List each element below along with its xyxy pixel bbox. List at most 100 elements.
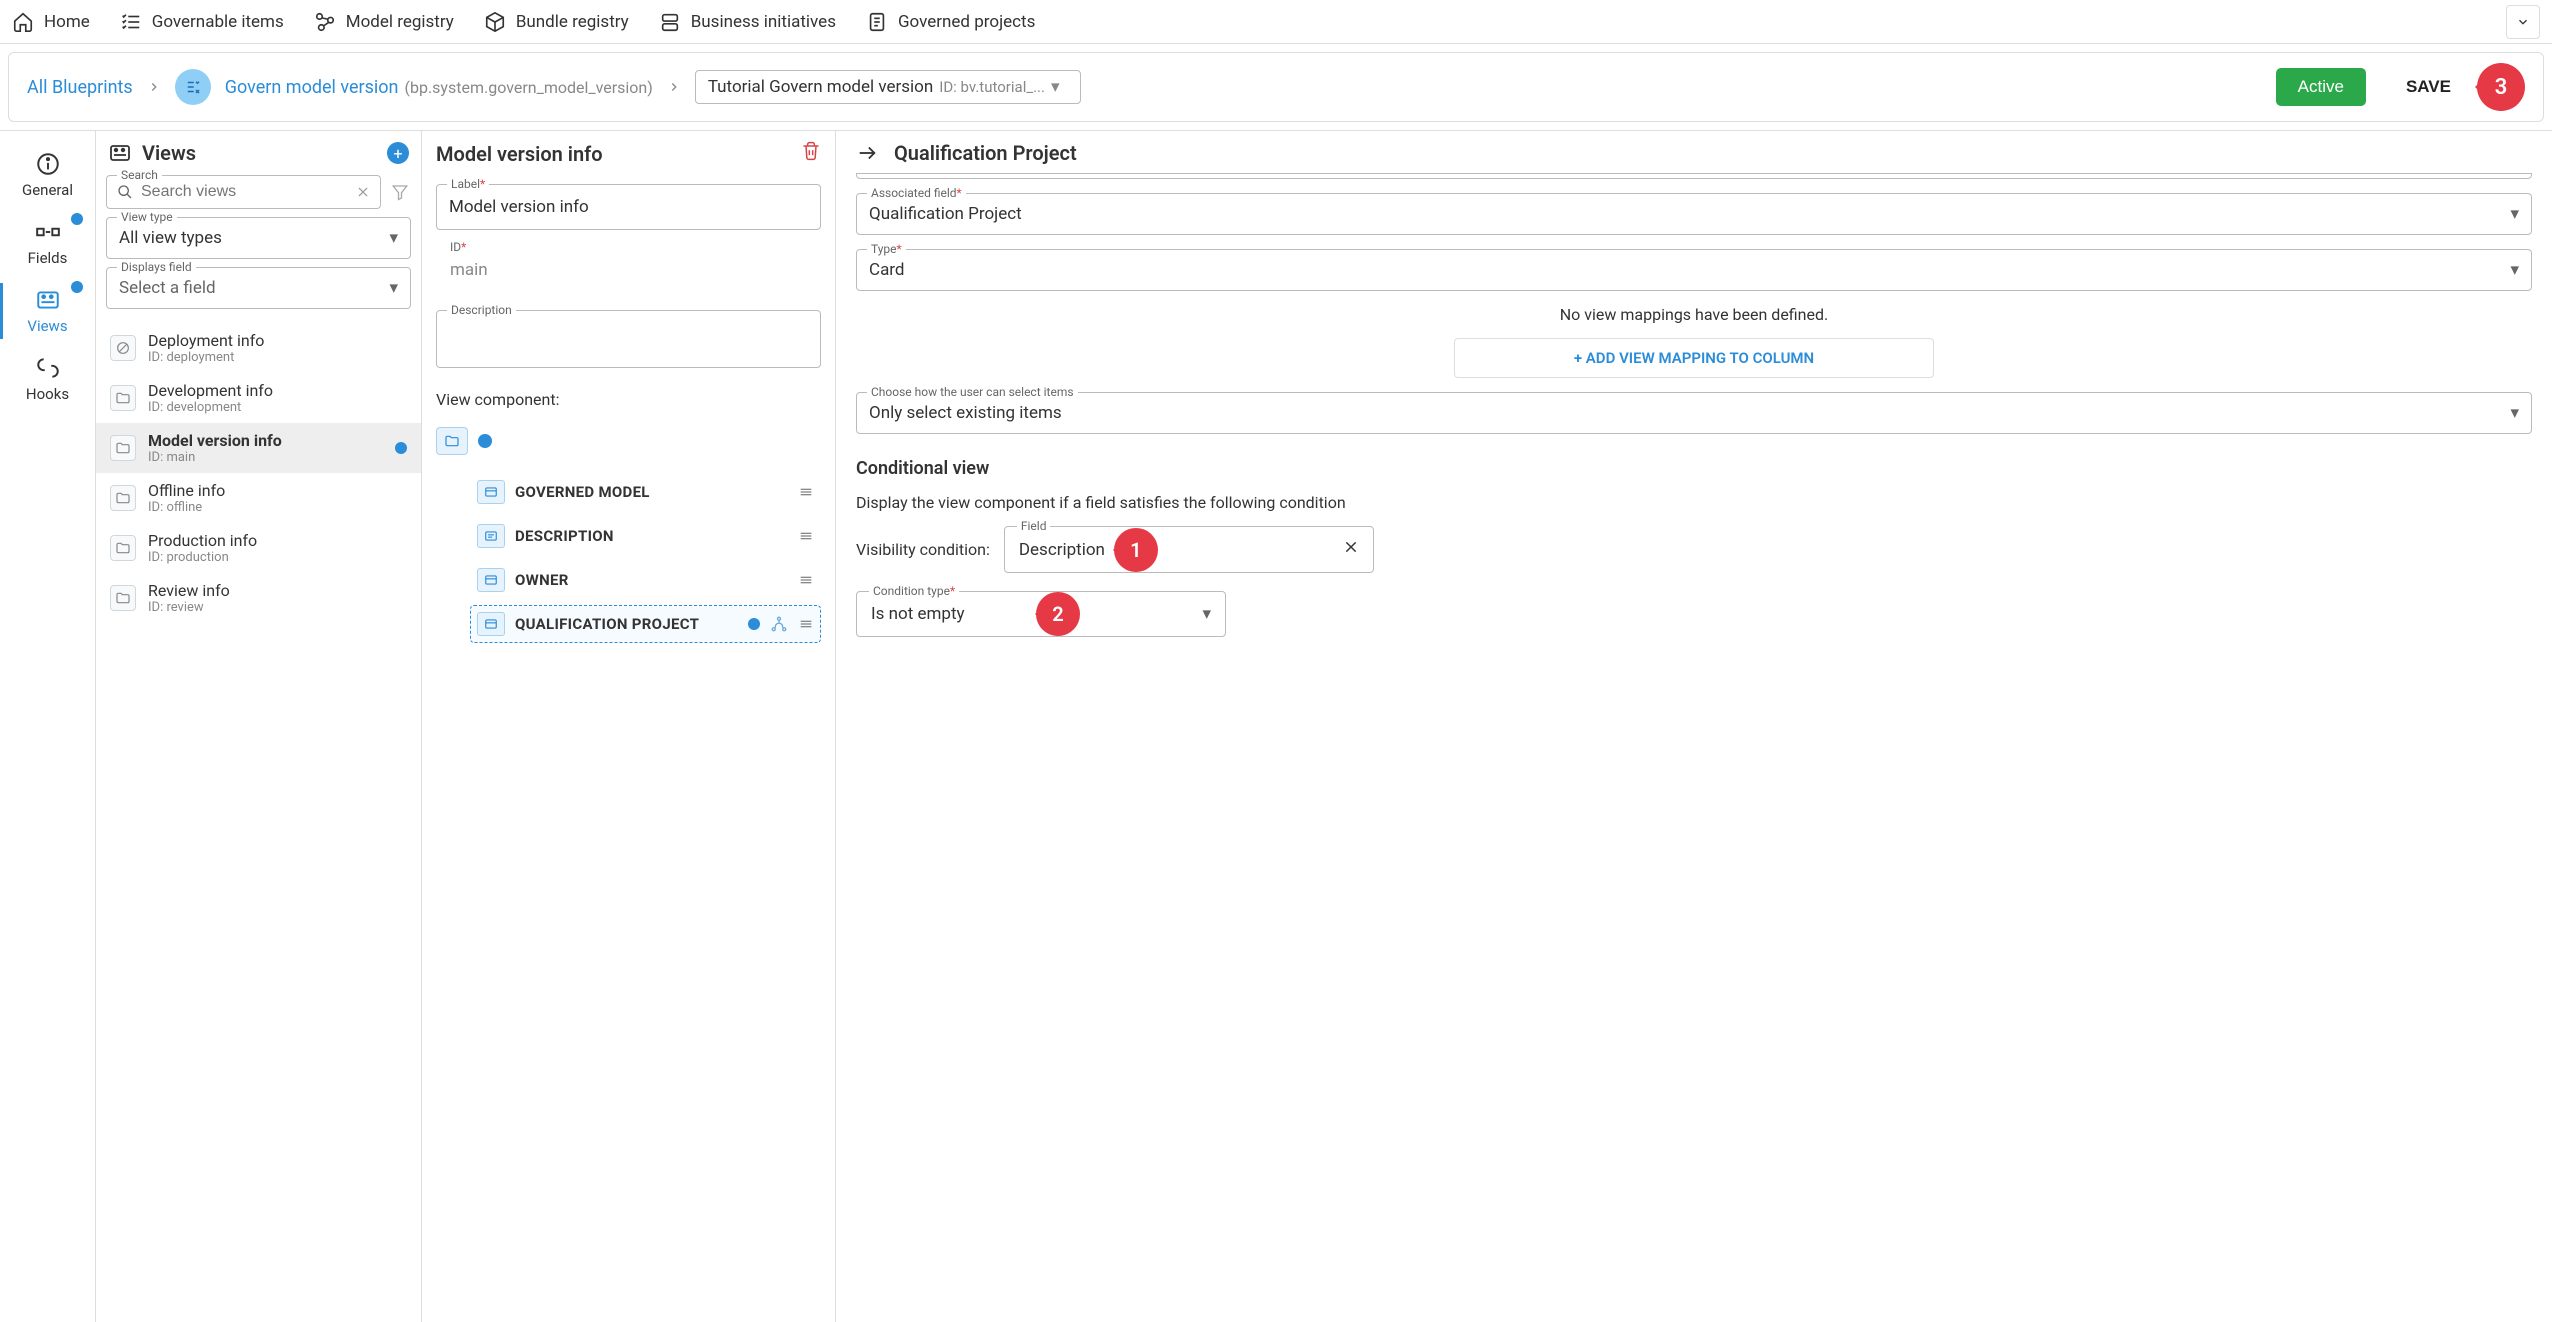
view-component-root[interactable] <box>436 427 821 455</box>
add-view-mapping-button[interactable]: + ADD VIEW MAPPING TO COLUMN <box>1454 338 1934 378</box>
folder-icon <box>110 385 136 411</box>
close-icon <box>1343 539 1359 555</box>
visibility-condition-row: Visibility condition: Field Description … <box>856 526 2532 573</box>
search-icon <box>117 184 133 200</box>
displays-field-select[interactable]: Displays field Select a field ▾ <box>106 267 411 309</box>
version-name: Tutorial Govern model version <box>708 77 933 97</box>
vc-child-description[interactable]: DESCRIPTION <box>470 517 821 555</box>
right-column: Qualification Project Associated field* … <box>836 131 2552 1322</box>
breadcrumb-bar: All Blueprints Govern model version (bp.… <box>8 52 2544 122</box>
active-button[interactable]: Active <box>2276 68 2366 106</box>
filter-button[interactable] <box>389 175 411 209</box>
view-item-name: Review info <box>148 581 230 600</box>
modified-dot-icon <box>71 213 83 225</box>
nav-bundle-registry[interactable]: Bundle registry <box>484 11 629 33</box>
nav-business-initiatives[interactable]: Business initiatives <box>659 11 836 33</box>
associated-field-select[interactable]: Associated field* Qualification Project … <box>856 193 2532 235</box>
breadcrumb-root[interactable]: All Blueprints <box>27 77 133 98</box>
type-legend: Type <box>871 242 897 256</box>
views-filters: Search View type All view types ▾ Displa… <box>96 175 421 309</box>
side-tab-views-label: Views <box>27 317 67 335</box>
blueprint-icon <box>175 69 211 105</box>
callout-2: 2 <box>1036 592 1080 636</box>
delete-view-button[interactable] <box>801 141 821 166</box>
document-icon <box>866 11 888 33</box>
field-value: Description <box>1019 540 1105 560</box>
modified-dot-icon <box>748 618 760 630</box>
drag-handle-icon[interactable] <box>798 484 814 500</box>
top-nav: Home Governable items Model registry Bun… <box>0 0 2552 44</box>
nav-model-registry[interactable]: Model registry <box>314 11 454 33</box>
save-button[interactable]: SAVE <box>2394 77 2463 97</box>
nav-governable-items[interactable]: Governable items <box>120 11 284 33</box>
drag-handle-icon[interactable] <box>798 572 814 588</box>
middle-column: Model version info Label* Model version … <box>422 131 836 1322</box>
viewtype-select[interactable]: View type All view types ▾ <box>106 217 411 259</box>
chevron-right-icon <box>667 80 681 94</box>
empty-icon <box>110 335 136 361</box>
vc-child-qualification-project[interactable]: QUALIFICATION PROJECT <box>470 605 821 643</box>
view-item-deployment[interactable]: Deployment info ID: deployment <box>96 323 421 373</box>
condtype-value: Is not empty <box>871 604 965 624</box>
label-field[interactable]: Label* Model version info <box>436 184 821 230</box>
callout-3: 3 <box>2477 63 2525 111</box>
branch-icon[interactable] <box>770 615 788 633</box>
desc-legend: Description <box>447 303 516 317</box>
folder-icon <box>110 485 136 511</box>
clear-field-button[interactable] <box>1343 539 1359 560</box>
view-list: Deployment info ID: deployment Developme… <box>96 323 421 623</box>
side-tab-hooks[interactable]: Hooks <box>0 345 95 413</box>
version-dropdown[interactable]: Tutorial Govern model version ID: bv.tut… <box>695 70 1081 104</box>
id-field: ID* main <box>436 248 821 292</box>
condition-type-row: Condition type* Is not empty ▾ 2 <box>856 591 2532 637</box>
clear-icon[interactable] <box>356 185 370 199</box>
search-views-input[interactable]: Search <box>106 175 381 209</box>
displays-legend: Displays field <box>117 260 196 274</box>
caret-down-icon: ▾ <box>1051 77 1060 97</box>
nav-governable-label: Governable items <box>152 12 284 32</box>
caret-down-icon: ▾ <box>2510 204 2519 224</box>
nav-governed-projects-label: Governed projects <box>898 12 1035 32</box>
vc-child-owner[interactable]: OWNER <box>470 561 821 599</box>
callout-1: 1 <box>1114 528 1158 572</box>
side-tab-general[interactable]: General <box>0 141 95 209</box>
vc-child-governed-model[interactable]: GOVERNED MODEL <box>470 473 821 511</box>
select-items-mode[interactable]: Choose how the user can select items Onl… <box>856 392 2532 434</box>
drag-handle-icon[interactable] <box>798 528 814 544</box>
add-view-button[interactable]: + <box>387 142 409 164</box>
nav-more-button[interactable] <box>2506 5 2540 39</box>
conditional-view-desc: Display the view component if a field sa… <box>856 493 2532 512</box>
view-item-id: ID: production <box>148 550 257 565</box>
folder-icon <box>110 585 136 611</box>
search-views-field[interactable] <box>141 183 348 201</box>
visibility-field-select[interactable]: Field Description <box>1004 526 1374 573</box>
card-icon <box>477 480 505 504</box>
breadcrumb-blueprint[interactable]: Govern model version <box>225 77 399 98</box>
middle-title: Model version info <box>436 142 603 166</box>
view-item-development[interactable]: Development info ID: development <box>96 373 421 423</box>
description-field[interactable]: Description <box>436 310 821 368</box>
assoc-value: Qualification Project <box>869 204 1022 224</box>
view-item-model-version[interactable]: Model version info ID: main <box>96 423 421 473</box>
side-tab-fields[interactable]: Fields <box>0 209 95 277</box>
caret-down-icon: ▾ <box>389 278 398 298</box>
required-indicator: * <box>897 242 902 256</box>
side-tab-fields-label: Fields <box>28 249 68 267</box>
view-item-production[interactable]: Production info ID: production <box>96 523 421 573</box>
view-item-offline[interactable]: Offline info ID: offline <box>96 473 421 523</box>
view-component-label: View component: <box>436 390 821 409</box>
type-select[interactable]: Type* Card ▾ <box>856 249 2532 291</box>
right-title: Qualification Project <box>894 141 1077 165</box>
required-indicator: * <box>950 584 955 598</box>
view-item-review[interactable]: Review info ID: review <box>96 573 421 623</box>
main-area: General Fields Views Hooks Views + <box>0 130 2552 1322</box>
view-item-id: ID: main <box>148 450 282 465</box>
caret-down-icon: ▾ <box>2510 403 2519 423</box>
nav-home[interactable]: Home <box>12 11 90 33</box>
view-item-id: ID: deployment <box>148 350 264 365</box>
conditional-view-title: Conditional view <box>856 458 2532 479</box>
nav-governed-projects[interactable]: Governed projects <box>866 11 1035 33</box>
drag-handle-icon[interactable] <box>798 616 814 632</box>
side-tab-views[interactable]: Views <box>0 277 95 345</box>
label-value: Model version info <box>449 197 808 217</box>
